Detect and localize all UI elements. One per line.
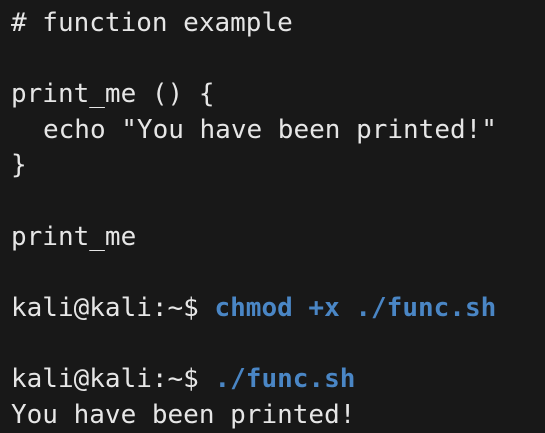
function-close-line: } xyxy=(11,150,27,181)
command-text: chmod +x ./func.sh xyxy=(214,292,497,323)
terminal-window[interactable]: # function example print_me () { echo "Y… xyxy=(0,0,545,431)
command-line: kali@kali:~$ chmod +x ./func.sh xyxy=(11,291,545,327)
function-body-line: echo "You have been printed!" xyxy=(43,114,497,145)
command-output-line: You have been printed! xyxy=(11,399,356,430)
shell-prompt: kali@kali:~$ xyxy=(11,292,199,323)
shell-prompt: kali@kali:~$ xyxy=(11,363,199,394)
command-line: kali@kali:~$ ./func.sh xyxy=(11,362,545,398)
function-declaration-line: print_me () { xyxy=(11,79,215,110)
function-call-line: print_me xyxy=(11,221,137,252)
script-comment-line: # function example xyxy=(11,8,293,38)
command-text: ./func.sh xyxy=(214,363,356,394)
